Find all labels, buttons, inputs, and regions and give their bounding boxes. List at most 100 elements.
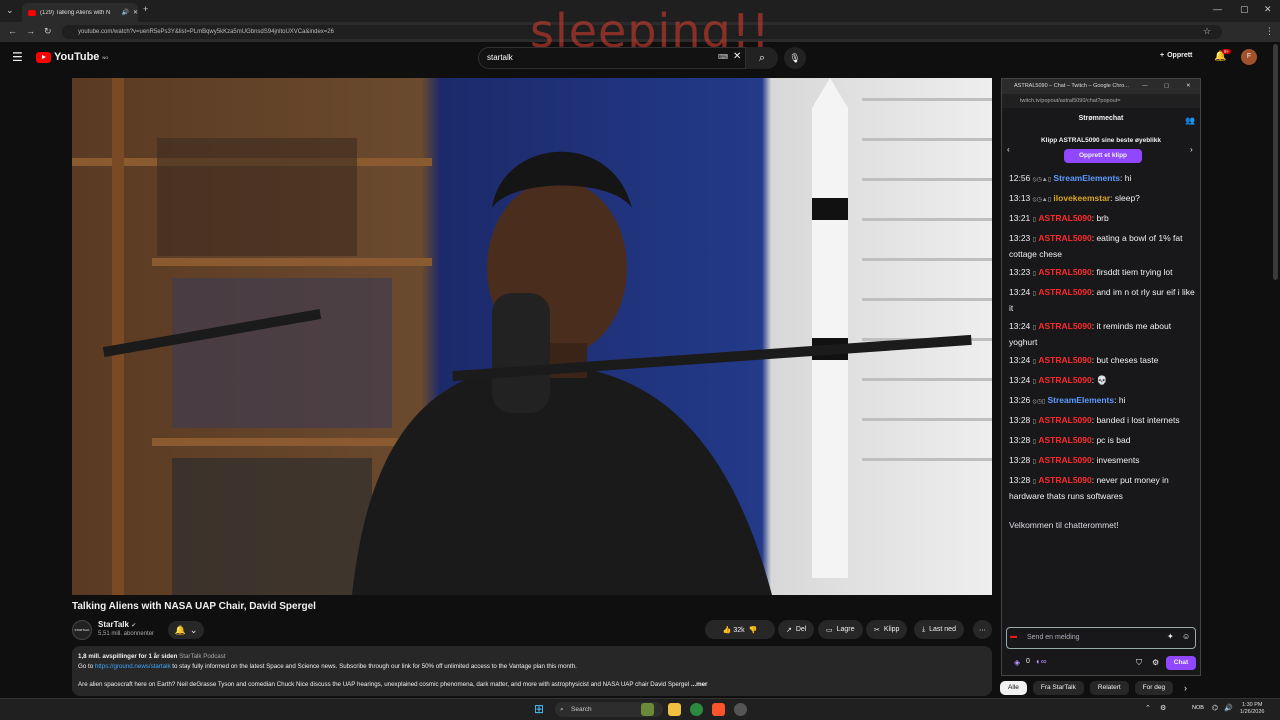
reload-icon[interactable]: ↻ [44, 26, 52, 37]
tab-menu-icon[interactable]: ⌄ [6, 5, 14, 16]
chat-username[interactable]: ASTRAL5090 [1038, 455, 1091, 465]
chrome-menu-icon[interactable]: ⋮ [1265, 26, 1274, 37]
emote-picker-icon[interactable]: ☺ [1182, 632, 1190, 641]
chat-username[interactable]: ASTRAL5090 [1038, 375, 1091, 385]
ground-news-link[interactable]: https://ground.news/startalk [95, 663, 171, 670]
chat-username[interactable]: ASTRAL5090 [1038, 475, 1091, 485]
popup-close-icon[interactable]: ✕ [1186, 79, 1191, 94]
channel-avatar[interactable]: STARTALK [72, 620, 92, 640]
dislike-button[interactable]: 👎 [749, 626, 758, 634]
chat-username[interactable]: ASTRAL5090 [1038, 321, 1091, 331]
users-icon[interactable]: 👥 [1185, 116, 1195, 125]
popup-minimize-icon[interactable]: — [1142, 79, 1148, 94]
youtube-logo[interactable]: YouTube NO [36, 51, 108, 63]
search-button[interactable]: ⌕ [746, 47, 778, 69]
chat-message: 13:28 ▯ ASTRAL5090: invesments [1009, 453, 1195, 469]
back-icon[interactable]: ← [8, 26, 17, 36]
chat-timestamp: 13:28 [1009, 475, 1031, 485]
chevron-left-icon[interactable]: ‹ [1007, 145, 1010, 154]
hamburger-menu-icon[interactable]: ☰ [12, 50, 23, 64]
playlist-link[interactable]: StarTalk Podcast [179, 653, 225, 660]
channel-points-icon[interactable]: ◈ [1014, 658, 1020, 667]
twitch-window-title: ASTRAL5090 – Chat – Twitch – Google Chro… [1014, 83, 1129, 89]
clip-label: Klipp [883, 626, 900, 633]
create-clip-button[interactable]: Opprett et klipp [1064, 149, 1142, 163]
volume-icon[interactable]: 🔊 [1224, 704, 1233, 712]
shield-icon[interactable]: ⛉ [1136, 658, 1142, 668]
windows-taskbar: ⊞ ⌕ Search ⌃ ⚙ NOB ⌬ 🔊 1:30 PM 1/26/2026 [0, 698, 1280, 720]
like-button[interactable]: 👍 32k [723, 626, 745, 634]
chevron-right-icon[interactable]: › [1190, 145, 1193, 154]
filter-chip[interactable]: For deg [1134, 681, 1174, 695]
create-button[interactable]: + Opprett [1160, 52, 1192, 59]
chat-username[interactable]: ASTRAL5090 [1038, 435, 1091, 445]
brave-icon[interactable] [712, 703, 725, 716]
chat-username[interactable]: ASTRAL5090 [1038, 415, 1091, 425]
language-indicator[interactable]: NOB [1192, 705, 1204, 711]
desc-line2: Are alien spacecraft here on Earth? Neil… [78, 681, 690, 688]
clock-date: 1/26/2026 [1240, 709, 1265, 715]
maximize-icon[interactable]: ▢ [1240, 4, 1249, 15]
search-highlight-icon[interactable] [641, 703, 654, 716]
browser-tab[interactable]: (129) Talking Aliens with N 🔊 ✕ [22, 3, 138, 22]
more-actions-button[interactable]: ⋯ [973, 620, 992, 639]
chat-username[interactable]: ASTRAL5090 [1038, 233, 1091, 243]
chat-username[interactable]: ASTRAL5090 [1038, 355, 1091, 365]
share-button[interactable]: ↗ Del [778, 620, 815, 639]
chat-username[interactable]: ilovekeemstar [1053, 193, 1110, 203]
file-explorer-icon[interactable] [668, 703, 681, 716]
chat-text: : invesments [1091, 455, 1140, 465]
forward-icon[interactable]: → [26, 26, 35, 36]
chat-username[interactable]: StreamElements [1047, 395, 1114, 405]
bell-icon: 🔔 [174, 624, 186, 635]
twitch-url-field[interactable]: twitch.tv/popout/astral5090/chat?popout= [1002, 94, 1200, 108]
chat-message: 13:23 ▯ ASTRAL5090: firsddt tiem trying … [1009, 265, 1195, 281]
settings-gear-icon[interactable]: ⚙ [1152, 658, 1159, 667]
channel-name[interactable]: StarTalk ✔ [98, 620, 136, 629]
filter-chip[interactable]: Relatert [1089, 681, 1129, 695]
bits-icon[interactable]: ✦ [1167, 632, 1174, 641]
page-scrollbar[interactable] [1273, 44, 1278, 280]
video-player[interactable] [72, 78, 992, 595]
chat-message: 13:23 ▯ ASTRAL5090: eating a bowl of 1% … [1009, 231, 1195, 261]
taskbar-clock[interactable]: 1:30 PM 1/26/2026 [1240, 702, 1264, 716]
chrome-icon[interactable] [690, 703, 703, 716]
search-input[interactable]: startalk [478, 47, 746, 69]
clip-button[interactable]: ✂ Klipp [866, 620, 908, 639]
taskbar-search-icon: ⌕ [560, 706, 564, 713]
clear-search-icon[interactable]: ✕ [733, 51, 741, 62]
network-icon[interactable]: ⌬ [1212, 704, 1218, 712]
keyboard-icon[interactable]: ⌨ [718, 53, 728, 61]
filter-chip[interactable]: Fra StarTalk [1032, 681, 1084, 695]
account-avatar[interactable]: F [1241, 49, 1257, 65]
chat-username[interactable]: ASTRAL5090 [1038, 267, 1091, 277]
subscription-bell-button[interactable]: 🔔 ⌄ [168, 621, 204, 639]
tab-close-icon[interactable]: ✕ [133, 9, 138, 16]
chat-username[interactable]: StreamElements [1053, 173, 1120, 183]
audio-icon[interactable]: 🔊 [121, 9, 128, 16]
hype-icon[interactable]: ◐∞ [1036, 657, 1047, 666]
chat-badges: ▯ [1032, 291, 1036, 297]
chat-username[interactable]: ASTRAL5090 [1038, 213, 1091, 223]
tray-chevron-icon[interactable]: ⌃ [1145, 704, 1151, 712]
desc-rest-text: to stay fully informed on the latest Spa… [172, 663, 577, 670]
tray-app-icon[interactable]: ⚙ [1160, 704, 1166, 712]
popup-maximize-icon[interactable]: ▢ [1164, 79, 1169, 94]
chat-username[interactable]: ASTRAL5090 [1038, 287, 1091, 297]
save-button[interactable]: ▭ Lagre [818, 620, 863, 639]
windows-start-icon[interactable]: ⊞ [534, 702, 544, 716]
show-more-link[interactable]: ...mer [691, 681, 708, 688]
minimize-icon[interactable]: — [1213, 4, 1222, 14]
voice-search-button[interactable]: 🎙 [784, 47, 806, 69]
app-icon[interactable] [734, 703, 747, 716]
verified-icon: ✔ [131, 623, 137, 629]
bookmark-star-icon[interactable]: ☆ [1203, 26, 1211, 37]
new-tab-icon[interactable]: + [143, 4, 148, 14]
send-chat-button[interactable]: Chat [1166, 656, 1196, 670]
chat-message: 12:56 ⦸◷▲▯ StreamElements: hi [1009, 171, 1195, 187]
filter-chip[interactable]: Alle [1000, 681, 1027, 695]
close-window-icon[interactable]: ✕ [1264, 4, 1272, 15]
chips-next-icon[interactable]: › [1184, 683, 1187, 693]
download-button[interactable]: ⤓ Last ned [914, 620, 964, 639]
video-description[interactable]: 1,8 mill. avspillinger for 1 år siden St… [72, 646, 992, 696]
